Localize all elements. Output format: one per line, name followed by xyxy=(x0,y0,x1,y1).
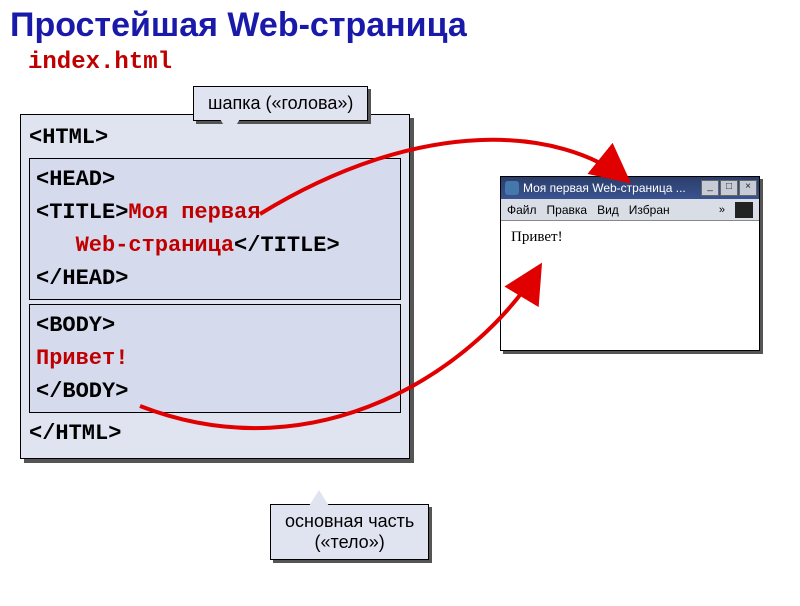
body-open-tag: <BODY> xyxy=(36,313,115,338)
browser-window: Моя первая Web-страница ... _ □ × Файл П… xyxy=(500,176,760,351)
close-button[interactable]: × xyxy=(739,180,757,196)
html-close-tag: </HTML> xyxy=(29,421,121,446)
callout-head-text: шапка («голова») xyxy=(208,93,353,113)
browser-title-text: Моя первая Web-страница ... xyxy=(523,181,701,195)
minimize-button[interactable]: _ xyxy=(701,180,719,196)
code-block: <HTML> <HEAD> <TITLE>Моя первая Web-стра… xyxy=(20,114,410,459)
chevron-icon[interactable]: » xyxy=(719,204,725,216)
browser-menubar: Файл Правка Вид Избран » xyxy=(501,199,759,221)
callout-head: шапка («голова») xyxy=(193,86,368,121)
menu-edit[interactable]: Правка xyxy=(547,203,588,217)
menu-view[interactable]: Вид xyxy=(597,203,619,217)
menu-file[interactable]: Файл xyxy=(507,203,537,217)
head-section-box: <HEAD> <TITLE>Моя первая Web-страница</T… xyxy=(29,158,401,300)
body-section-box: <BODY> Привет! </BODY> xyxy=(29,304,401,413)
maximize-button[interactable]: □ xyxy=(720,180,738,196)
ie-icon xyxy=(505,181,519,195)
html-open-tag: <HTML> xyxy=(29,125,108,150)
body-text: Привет! xyxy=(36,346,128,371)
browser-titlebar: Моя первая Web-страница ... _ □ × xyxy=(501,177,759,199)
title-open-tag: <TITLE> xyxy=(36,200,128,225)
title-text-2: Web-страница xyxy=(76,233,234,258)
slide-heading: Простейшая Web-страница xyxy=(10,6,800,45)
callout-body-line2: («тело») xyxy=(285,532,414,553)
page-body-text: Привет! xyxy=(511,229,563,245)
filename-label: index.html xyxy=(28,49,800,76)
title-text-1: Моя первая xyxy=(128,200,260,225)
menu-favorites[interactable]: Избран xyxy=(629,203,670,217)
callout-body-line1: основная часть xyxy=(285,511,414,532)
head-close-tag: </HEAD> xyxy=(36,266,128,291)
body-close-tag: </BODY> xyxy=(36,379,128,404)
browser-content: Привет! xyxy=(501,221,759,254)
title-close-tag: </TITLE> xyxy=(234,233,340,258)
head-open-tag: <HEAD> xyxy=(36,167,115,192)
browser-logo-icon xyxy=(735,202,753,218)
callout-body: основная часть («тело») xyxy=(270,504,429,560)
